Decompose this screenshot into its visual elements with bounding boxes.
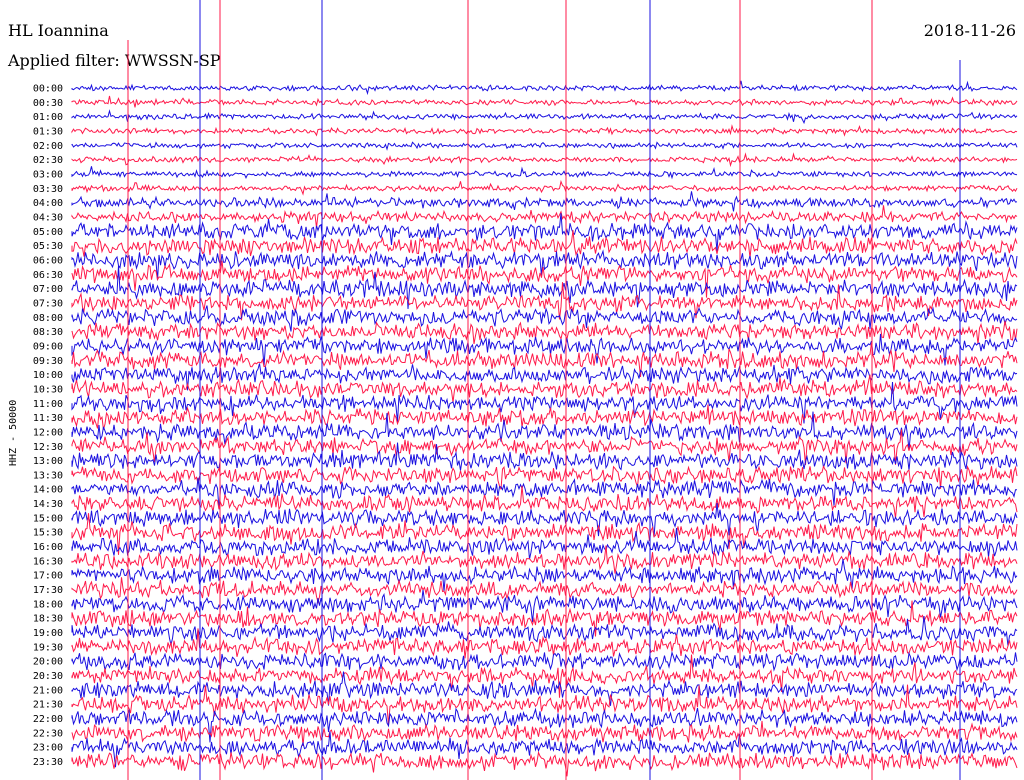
trace-line: [71, 750, 1018, 777]
time-label: 09:30: [33, 356, 63, 367]
time-axis-labels: 00:00 00:30 01:00 01:30 02:00 02:30 03:00 03:30…: [33, 84, 63, 769]
helicorder-plot: 00:00 00:30 01:00 01:30 02:00 02:30 03:00 03:30…: [8, 0, 1018, 780]
time-label: 18:00: [33, 599, 63, 610]
time-label: 23:00: [33, 743, 63, 754]
time-label: 08:30: [33, 327, 63, 338]
time-label: 02:30: [33, 155, 63, 166]
time-label: 10:00: [33, 370, 63, 381]
time-label: 15:30: [33, 528, 63, 539]
time-label: 14:00: [33, 485, 63, 496]
trace-line: [71, 205, 1018, 228]
time-label: 11:00: [33, 399, 63, 410]
time-label: 03:30: [33, 184, 63, 195]
time-label: 12:30: [33, 442, 63, 453]
time-label: 16:30: [33, 556, 63, 567]
time-label: 06:30: [33, 270, 63, 281]
time-label: 05:30: [33, 241, 63, 252]
time-label: 02:00: [33, 141, 63, 152]
trace-line: [71, 95, 1018, 108]
trace-line: [71, 179, 1018, 196]
time-label: 21:00: [33, 685, 63, 696]
time-label: 00:00: [33, 84, 63, 95]
time-label: 13:00: [33, 456, 63, 467]
time-label: 04:00: [33, 198, 63, 209]
time-label: 11:30: [33, 413, 63, 424]
trace-line: [71, 141, 1018, 151]
trace-line: [71, 80, 1018, 96]
time-label: 00:30: [33, 98, 63, 109]
time-label: 15:00: [33, 513, 63, 524]
time-label: 23:30: [33, 757, 63, 768]
trace-line: [71, 545, 1018, 574]
time-label: 09:00: [33, 341, 63, 352]
time-label: 20:00: [33, 657, 63, 668]
trace-line: [71, 152, 1018, 168]
trace-line: [71, 650, 1018, 672]
time-label: 22:00: [33, 714, 63, 725]
time-label: 07:00: [33, 284, 63, 295]
time-label: 17:30: [33, 585, 63, 596]
time-label: 14:30: [33, 499, 63, 510]
trace-line: [71, 166, 1018, 180]
time-label: 01:30: [33, 126, 63, 137]
trace-rows: [71, 0, 1018, 780]
time-label: 19:00: [33, 628, 63, 639]
time-label: 19:30: [33, 642, 63, 653]
time-label: 18:30: [33, 614, 63, 625]
channel-label: HHZ - 50000: [8, 400, 19, 466]
time-label: 04:30: [33, 212, 63, 223]
time-label: 06:00: [33, 255, 63, 266]
trace-line: [71, 191, 1018, 212]
time-label: 21:30: [33, 700, 63, 711]
trace-line: [71, 707, 1018, 743]
trace-line: [71, 320, 1018, 345]
trace-line: [71, 124, 1018, 137]
time-label: 20:30: [33, 671, 63, 682]
time-label: 17:00: [33, 571, 63, 582]
time-label: 16:00: [33, 542, 63, 553]
time-label: 10:30: [33, 384, 63, 395]
time-label: 07:30: [33, 298, 63, 309]
time-label: 01:00: [33, 112, 63, 123]
time-label: 05:00: [33, 227, 63, 238]
time-label: 22:30: [33, 728, 63, 739]
trace-line: [71, 109, 1018, 125]
trace-line: [71, 577, 1018, 605]
trace-line: [71, 720, 1018, 746]
time-label: 08:00: [33, 313, 63, 324]
time-label: 03:00: [33, 169, 63, 180]
time-label: 12:00: [33, 427, 63, 438]
time-label: 13:30: [33, 470, 63, 481]
